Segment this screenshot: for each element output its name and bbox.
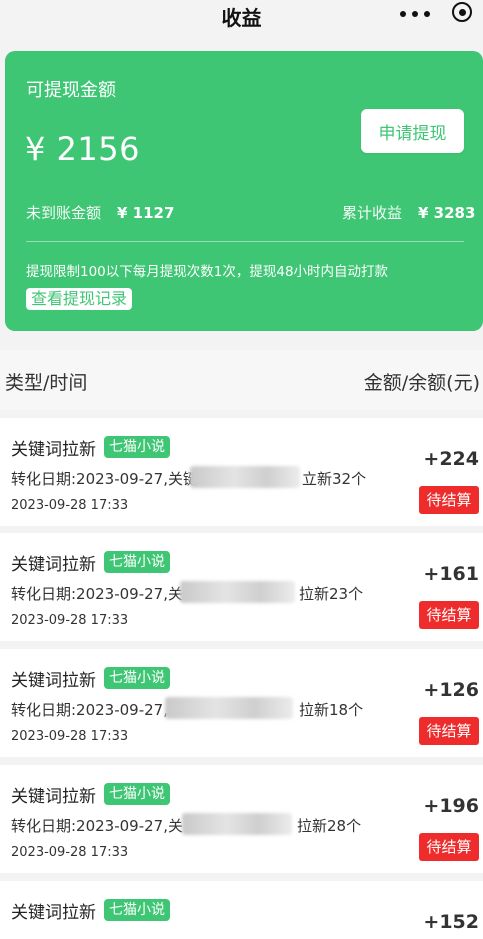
item-tag: 七猫小说 [104, 783, 170, 805]
item-title: 关键词拉新 [11, 555, 96, 575]
header-type-time: 类型/时间 [5, 372, 88, 394]
item-tag: 七猫小说 [104, 551, 170, 573]
item-tag: 七猫小说 [104, 436, 170, 458]
list-item[interactable]: 关键词拉新 七猫小说 转化日期:2023-09-27, 拉新18个 2023-0… [0, 649, 483, 757]
item-title: 关键词拉新 [11, 440, 96, 460]
list-item[interactable]: 关键词拉新 七猫小说 转化日期:2023-09-27,关键 立新32个 2023… [0, 418, 483, 526]
item-amount: +161 [423, 563, 479, 585]
withdraw-note: 提现限制100以下每月提现次数1次，提现48小时内自动打款 [26, 264, 389, 280]
list-item[interactable]: 关键词拉新 七猫小说 +152 [0, 881, 483, 939]
apply-withdraw-button[interactable]: 申请提现 [361, 109, 464, 153]
item-time: 2023-09-28 17:33 [11, 845, 129, 860]
list-item[interactable]: 关键词拉新 七猫小说 转化日期:2023-09-27,关 拉新28个 2023-… [0, 765, 483, 873]
item-desc: 转化日期:2023-09-27, [11, 701, 168, 719]
item-tag: 七猫小说 [104, 667, 170, 689]
pending-label: 未到账金额 [26, 204, 102, 222]
earnings-card: 可提现金额 ¥ 2156 申请提现 未到账金额 ¥ 1127 累计收益 ¥ 3283… [5, 51, 483, 331]
item-desc-end: 拉新18个 [299, 701, 364, 719]
redacted-block [182, 813, 292, 835]
item-title: 关键词拉新 [11, 903, 96, 923]
item-time: 2023-09-28 17:33 [11, 613, 129, 628]
list-header: 类型/时间 金额/余额(元) [0, 350, 483, 410]
total-value: ¥ 3283 [418, 204, 476, 222]
status-badge: 待结算 [419, 833, 479, 861]
item-desc: 转化日期:2023-09-27,关 [11, 817, 183, 835]
pending-amount: 未到账金额 ¥ 1127 [26, 202, 174, 223]
item-time: 2023-09-28 17:33 [11, 498, 129, 513]
card-divider [26, 241, 464, 242]
item-amount: +224 [423, 448, 479, 470]
total-earnings: 累计收益 ¥ 3283 [342, 202, 475, 223]
item-title: 关键词拉新 [11, 671, 96, 691]
pending-value: ¥ 1127 [117, 204, 175, 222]
list-item[interactable]: 关键词拉新 七猫小说 转化日期:2023-09-27,关 拉新23个 2023-… [0, 533, 483, 641]
item-time: 2023-09-28 17:33 [11, 729, 129, 744]
item-amount: +196 [423, 795, 479, 817]
view-withdraw-record-button[interactable]: 查看提现记录 [26, 288, 133, 310]
item-desc: 转化日期:2023-09-27,关 [11, 585, 183, 603]
top-nav-bar: 收益 [0, 0, 483, 34]
more-icon[interactable] [400, 6, 430, 22]
item-amount: +152 [423, 911, 479, 933]
withdrawable-label: 可提现金额 [26, 80, 116, 101]
status-badge: 待结算 [419, 601, 479, 629]
item-desc: 转化日期:2023-09-27,关键 [11, 470, 198, 488]
item-amount: +126 [423, 679, 479, 701]
redacted-block [165, 697, 293, 719]
total-label: 累计收益 [342, 204, 403, 222]
close-miniprogram-icon[interactable] [452, 2, 472, 22]
item-tag: 七猫小说 [104, 899, 170, 921]
item-desc-end: 立新32个 [302, 470, 367, 488]
item-desc-end: 拉新28个 [297, 817, 362, 835]
status-badge: 待结算 [419, 717, 479, 745]
redacted-block [190, 466, 300, 488]
header-amount-balance: 金额/余额(元) [363, 372, 480, 394]
item-desc-end: 拉新23个 [299, 585, 364, 603]
withdrawable-amount: ¥ 2156 [25, 130, 140, 168]
item-title: 关键词拉新 [11, 787, 96, 807]
status-badge: 待结算 [419, 486, 479, 514]
redacted-block [180, 581, 295, 603]
